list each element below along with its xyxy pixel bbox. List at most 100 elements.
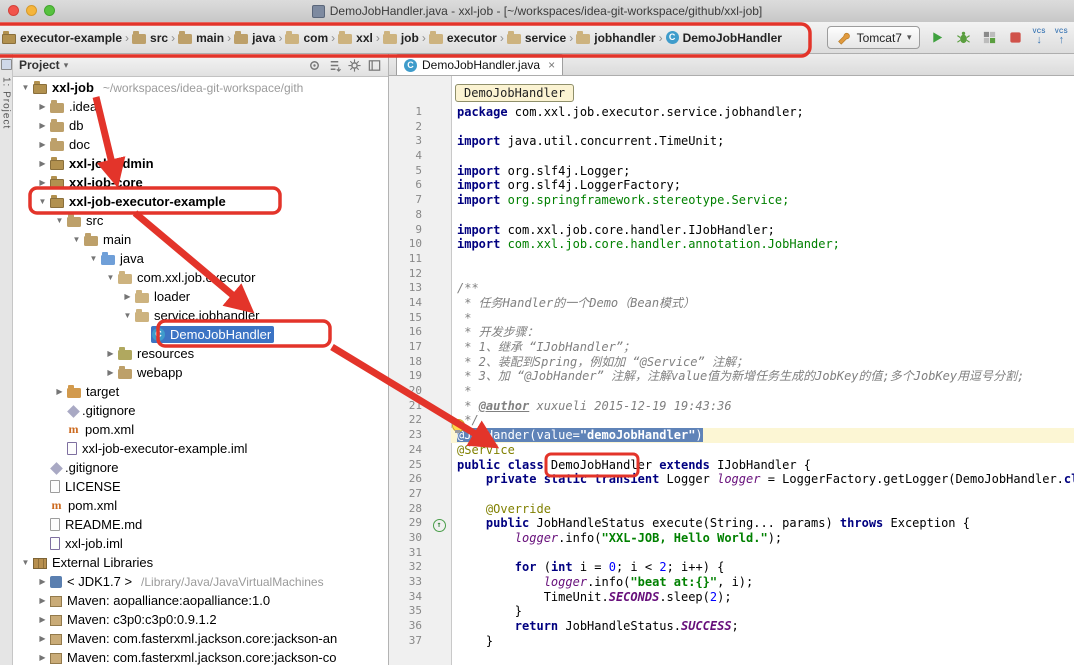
- expand-arrow-icon[interactable]: ▶: [36, 596, 49, 605]
- expand-arrow-icon[interactable]: ▶: [53, 387, 66, 396]
- tree-item-xxl-job[interactable]: ▼xxl-job~/workspaces/idea-git-workspace/…: [13, 78, 388, 97]
- collapse-arrow-icon[interactable]: ▼: [104, 273, 117, 282]
- tree-item-xxl-job-executor-example.iml[interactable]: xxl-job-executor-example.iml: [13, 439, 388, 458]
- project-tool-window-icon[interactable]: [1, 59, 12, 70]
- breadcrumb-item-executor-example[interactable]: executor-example: [2, 31, 122, 45]
- code-line-4[interactable]: 4: [389, 149, 1074, 164]
- expand-arrow-icon[interactable]: ▶: [36, 178, 49, 187]
- project-tool-window-tab[interactable]: 1: Project: [1, 77, 12, 129]
- tree-item-resources[interactable]: ▶resources: [13, 344, 388, 363]
- collapse-arrow-icon[interactable]: ▼: [87, 254, 100, 263]
- tree-item-loader[interactable]: ▶loader: [13, 287, 388, 306]
- run-with-coverage-button[interactable]: [981, 29, 998, 46]
- minimize-window-button[interactable]: [26, 5, 37, 16]
- code-line-12[interactable]: 12: [389, 267, 1074, 282]
- tree-item-xxl-job-executor-example[interactable]: ▼xxl-job-executor-example: [13, 192, 388, 211]
- code-line-11[interactable]: 11: [389, 252, 1074, 267]
- code-line-27[interactable]: 27: [389, 487, 1074, 502]
- zoom-window-button[interactable]: [44, 5, 55, 16]
- code-line-34[interactable]: 34 TimeUnit.SECONDS.sleep(2);: [389, 590, 1074, 605]
- code-line-21[interactable]: 21 * @author xuxueli 2015-12-19 19:43:36: [389, 399, 1074, 414]
- tree-item-xxl-job.iml[interactable]: xxl-job.iml: [13, 534, 388, 553]
- tree-item--jdk1.7-[interactable]: ▶< JDK1.7 >/Library/Java/JavaVirtualMach…: [13, 572, 388, 591]
- tree-item-pom.xml[interactable]: mpom.xml: [13, 420, 388, 439]
- code-line-37[interactable]: 37 }: [389, 634, 1074, 649]
- tree-item-main[interactable]: ▼main: [13, 230, 388, 249]
- code-line-2[interactable]: 2: [389, 120, 1074, 135]
- tree-item-db[interactable]: ▶db: [13, 116, 388, 135]
- hide-panel-button[interactable]: [366, 57, 382, 73]
- code-line-6[interactable]: 6import org.slf4j.LoggerFactory;: [389, 178, 1074, 193]
- expand-arrow-icon[interactable]: ▶: [36, 121, 49, 130]
- code-line-8[interactable]: 8: [389, 208, 1074, 223]
- expand-arrow-icon[interactable]: ▶: [36, 577, 49, 586]
- tree-item-doc[interactable]: ▶doc: [13, 135, 388, 154]
- expand-arrow-icon[interactable]: ▶: [36, 159, 49, 168]
- vcs-commit-button[interactable]: VCS ↑: [1055, 29, 1068, 46]
- expand-arrow-icon[interactable]: ▶: [36, 615, 49, 624]
- project-view-selector[interactable]: Project: [19, 58, 60, 72]
- code-line-3[interactable]: 3import java.util.concurrent.TimeUnit;: [389, 134, 1074, 149]
- tree-item-.gitignore[interactable]: .gitignore: [13, 401, 388, 420]
- code-line-31[interactable]: 31: [389, 546, 1074, 561]
- tree-item-src[interactable]: ▼src: [13, 211, 388, 230]
- code-line-17[interactable]: 17 * 1、继承 “IJobHandler”；: [389, 340, 1074, 355]
- expand-arrow-icon[interactable]: ▶: [36, 102, 49, 111]
- code-line-24[interactable]: 24@Service: [389, 443, 1074, 458]
- breadcrumb-item-service[interactable]: service: [507, 31, 566, 45]
- code-line-36[interactable]: 36 return JobHandleStatus.SUCCESS;: [389, 619, 1074, 634]
- tree-item-webapp[interactable]: ▶webapp: [13, 363, 388, 382]
- run-button[interactable]: [929, 29, 946, 46]
- code-line-7[interactable]: 7import org.springframework.stereotype.S…: [389, 193, 1074, 208]
- code-line-29[interactable]: 29↑ public JobHandleStatus execute(Strin…: [389, 516, 1074, 531]
- tree-item-com.xxl.job.executor[interactable]: ▼com.xxl.job.executor: [13, 268, 388, 287]
- intention-bulb-icon[interactable]: [452, 419, 465, 432]
- collapse-arrow-icon[interactable]: ▼: [19, 83, 32, 92]
- expand-arrow-icon[interactable]: ▶: [104, 349, 117, 358]
- breadcrumb-item-job[interactable]: job: [383, 31, 419, 45]
- code-line-10[interactable]: 10import com.xxl.job.core.handler.annota…: [389, 237, 1074, 252]
- tree-item-maven-aopalliance-aopalliance-1.0[interactable]: ▶Maven: aopalliance:aopalliance:1.0: [13, 591, 388, 610]
- expand-arrow-icon[interactable]: ▶: [121, 292, 134, 301]
- breadcrumb-item-main[interactable]: main: [178, 31, 224, 45]
- tree-item-external-libraries[interactable]: ▼External Libraries: [13, 553, 388, 572]
- tree-item-license[interactable]: LICENSE: [13, 477, 388, 496]
- expand-arrow-icon[interactable]: ▶: [36, 634, 49, 643]
- code-line-30[interactable]: 30 logger.info("XXL-JOB, Hello World.");: [389, 531, 1074, 546]
- tree-item-.idea[interactable]: ▶.idea: [13, 97, 388, 116]
- tree-item-service.jobhandler[interactable]: ▼service.jobhandler: [13, 306, 388, 325]
- tree-item-.gitignore[interactable]: .gitignore: [13, 458, 388, 477]
- tree-item-pom.xml[interactable]: mpom.xml: [13, 496, 388, 515]
- code-line-23[interactable]: 23@JobHander(value="demoJobHandler"): [389, 428, 1074, 443]
- code-line-15[interactable]: 15 *: [389, 311, 1074, 326]
- tree-item-readme.md[interactable]: README.md: [13, 515, 388, 534]
- code-line-32[interactable]: 32 for (int i = 0; i < 2; i++) {: [389, 560, 1074, 575]
- tree-item-xxl-job-core[interactable]: ▶xxl-job-core: [13, 173, 388, 192]
- breadcrumb-item-executor[interactable]: executor: [429, 31, 497, 45]
- close-tab-icon[interactable]: ×: [548, 59, 555, 71]
- collapse-arrow-icon[interactable]: ▼: [121, 311, 134, 320]
- tree-item-maven-c3p0-c3p0-0.9.1.2[interactable]: ▶Maven: c3p0:c3p0:0.9.1.2: [13, 610, 388, 629]
- breadcrumb-item-demojobhandler[interactable]: CDemoJobHandler: [666, 31, 782, 45]
- tree-item-target[interactable]: ▶target: [13, 382, 388, 401]
- settings-gear-button[interactable]: [346, 57, 362, 73]
- tree-item-maven-com.fasterxml.jackson.core-jackson-co[interactable]: ▶Maven: com.fasterxml.jackson.core:jacks…: [13, 648, 388, 665]
- code-line-33[interactable]: 33 logger.info("beat at:{}", i);: [389, 575, 1074, 590]
- stop-button[interactable]: [1007, 29, 1024, 46]
- collapse-arrow-icon[interactable]: ▼: [53, 216, 66, 225]
- tree-item-java[interactable]: ▼java: [13, 249, 388, 268]
- collapse-arrow-icon[interactable]: ▼: [19, 558, 32, 567]
- tree-item-maven-com.fasterxml.jackson.core-jackson-an[interactable]: ▶Maven: com.fasterxml.jackson.core:jacks…: [13, 629, 388, 648]
- code-line-13[interactable]: 13/**: [389, 281, 1074, 296]
- code-line-5[interactable]: 5import org.slf4j.Logger;: [389, 164, 1074, 179]
- code-line-19[interactable]: 19 * 3、加 “@JobHander” 注解，注解value值为新增任务生成…: [389, 369, 1074, 384]
- collapse-all-button[interactable]: [326, 57, 342, 73]
- context-chip[interactable]: DemoJobHandler: [455, 84, 574, 102]
- debug-button[interactable]: [955, 29, 972, 46]
- code-line-22[interactable]: 22 */: [389, 413, 1074, 428]
- code-line-28[interactable]: 28 @Override: [389, 502, 1074, 517]
- code-line-26[interactable]: 26 private static transient Logger logge…: [389, 472, 1074, 487]
- expand-arrow-icon[interactable]: ▶: [36, 653, 49, 662]
- collapse-arrow-icon[interactable]: ▼: [70, 235, 83, 244]
- close-window-button[interactable]: [8, 5, 19, 16]
